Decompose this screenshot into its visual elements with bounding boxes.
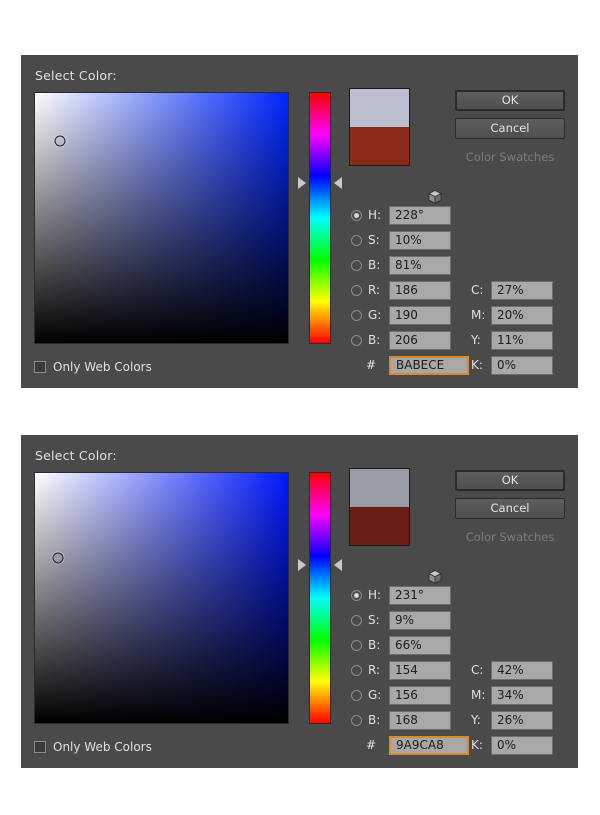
only-web-colors-checkbox[interactable]: [34, 361, 46, 373]
label-k: K:: [471, 738, 483, 752]
hue-slider[interactable]: [309, 92, 331, 344]
preview-new-color: [350, 469, 409, 507]
input-h[interactable]: 228°: [389, 206, 451, 225]
only-web-colors-checkbox[interactable]: [34, 741, 46, 753]
only-web-colors-label: Only Web Colors: [53, 740, 152, 754]
label-g: G:: [368, 688, 382, 702]
page-title: Select Color:: [35, 448, 117, 463]
input-s[interactable]: 9%: [389, 611, 451, 630]
hue-slider[interactable]: [309, 472, 331, 724]
label-m: M:: [471, 688, 486, 702]
label-s: S:: [368, 233, 380, 247]
radio-b2[interactable]: [351, 715, 362, 726]
label-c: C:: [471, 283, 484, 297]
input-b[interactable]: 81%: [389, 256, 451, 275]
hex-input[interactable]: 9A9CA8: [389, 736, 469, 755]
hue-marker-right[interactable]: [334, 559, 342, 572]
color-swatches-button: Color Swatches: [465, 150, 555, 164]
label-b2: B:: [368, 333, 381, 347]
input-k[interactable]: 0%: [491, 356, 553, 375]
only-web-colors-label: Only Web Colors: [53, 360, 152, 374]
label-b: B:: [368, 638, 381, 652]
preview-new-color: [350, 89, 409, 127]
radio-b[interactable]: [351, 260, 362, 271]
ok-button[interactable]: OK: [455, 470, 565, 491]
cancel-button[interactable]: Cancel: [455, 118, 565, 139]
input-m[interactable]: 20%: [491, 306, 553, 325]
hue-marker-left[interactable]: [298, 176, 306, 189]
input-k[interactable]: 0%: [491, 736, 553, 755]
input-g[interactable]: 156: [389, 686, 451, 705]
input-s[interactable]: 10%: [389, 231, 451, 250]
input-m[interactable]: 34%: [491, 686, 553, 705]
preview-previous-color[interactable]: [350, 127, 409, 165]
radio-r[interactable]: [351, 285, 362, 296]
radio-h[interactable]: [351, 210, 362, 221]
label-b2: B:: [368, 713, 381, 727]
black-gradient-layer: [35, 93, 288, 343]
input-h[interactable]: 231°: [389, 586, 451, 605]
radio-b2[interactable]: [351, 335, 362, 346]
cube-icon[interactable]: [427, 189, 443, 205]
input-c[interactable]: 27%: [491, 281, 553, 300]
color-preview-swatch[interactable]: [349, 88, 410, 166]
label-g: G:: [368, 308, 382, 322]
color-preview-swatch[interactable]: [349, 468, 410, 546]
label-c: C:: [471, 663, 484, 677]
input-r[interactable]: 186: [389, 281, 451, 300]
input-b2[interactable]: 168: [389, 711, 451, 730]
color-swatches-button: Color Swatches: [465, 530, 555, 544]
label-y: Y:: [471, 333, 481, 347]
black-gradient-layer: [35, 473, 288, 723]
hash-label: #: [366, 738, 377, 752]
saturation-brightness-field[interactable]: [34, 92, 289, 344]
radio-h[interactable]: [351, 590, 362, 601]
radio-b[interactable]: [351, 640, 362, 651]
label-h: H:: [368, 588, 382, 602]
radio-g[interactable]: [351, 310, 362, 321]
label-k: K:: [471, 358, 483, 372]
label-b: B:: [368, 258, 381, 272]
label-r: R:: [368, 283, 381, 297]
color-selection-cursor[interactable]: [52, 552, 64, 564]
radio-g[interactable]: [351, 690, 362, 701]
input-b[interactable]: 66%: [389, 636, 451, 655]
color-selection-cursor[interactable]: [54, 135, 66, 146]
saturation-brightness-field[interactable]: [34, 472, 289, 724]
input-y[interactable]: 26%: [491, 711, 553, 730]
input-b2[interactable]: 206: [389, 331, 451, 350]
page-title: Select Color:: [35, 68, 117, 83]
input-g[interactable]: 190: [389, 306, 451, 325]
select-color-dialog-1: Select Color: OK Cancel Color Swatches H: 228…: [21, 55, 578, 388]
hash-label: #: [366, 358, 377, 372]
hex-input[interactable]: BABECE: [389, 356, 469, 375]
preview-previous-color[interactable]: [350, 507, 409, 545]
ok-button[interactable]: OK: [455, 90, 565, 111]
radio-s[interactable]: [351, 235, 362, 246]
input-y[interactable]: 11%: [491, 331, 553, 350]
label-r: R:: [368, 663, 381, 677]
label-s: S:: [368, 613, 380, 627]
hue-marker-left[interactable]: [298, 559, 306, 572]
radio-r[interactable]: [351, 665, 362, 676]
label-y: Y:: [471, 713, 481, 727]
cancel-button[interactable]: Cancel: [455, 498, 565, 519]
select-color-dialog-2: Select Color: OK Cancel Color Swatches H: 231…: [21, 435, 578, 768]
cube-icon[interactable]: [427, 569, 443, 585]
hue-marker-right[interactable]: [334, 176, 342, 189]
radio-s[interactable]: [351, 615, 362, 626]
input-c[interactable]: 42%: [491, 661, 553, 680]
input-r[interactable]: 154: [389, 661, 451, 680]
label-m: M:: [471, 308, 486, 322]
label-h: H:: [368, 208, 382, 222]
